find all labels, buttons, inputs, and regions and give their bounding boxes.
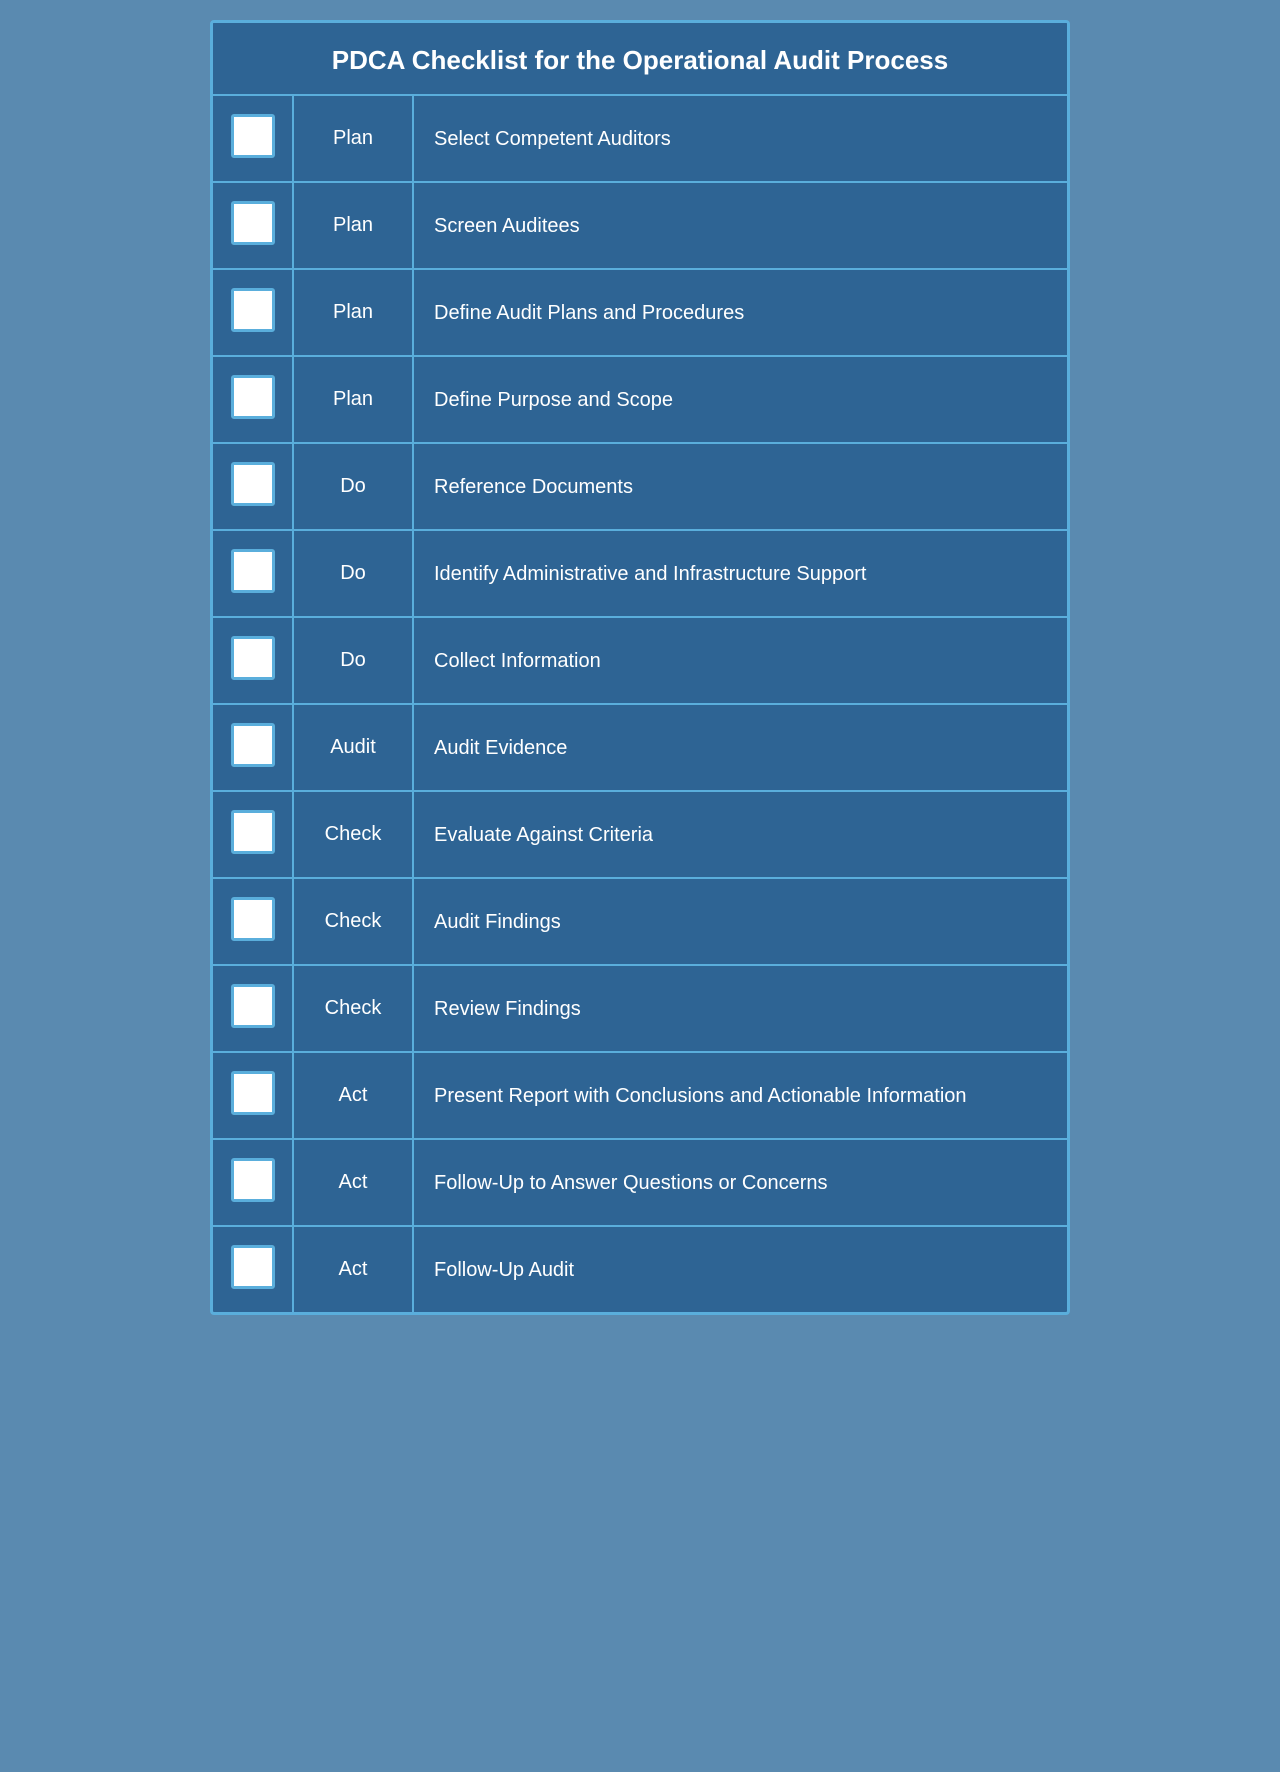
description-cell: Review Findings: [413, 965, 1067, 1052]
checkbox-box[interactable]: [231, 984, 275, 1028]
checkbox-box[interactable]: [231, 897, 275, 941]
checkbox-cell[interactable]: [213, 1052, 293, 1139]
phase-cell: Check: [293, 878, 413, 965]
phase-cell: Act: [293, 1139, 413, 1226]
phase-cell: Do: [293, 530, 413, 617]
checkbox-cell[interactable]: [213, 96, 293, 182]
phase-cell: Do: [293, 443, 413, 530]
checkbox-box[interactable]: [231, 375, 275, 419]
phase-cell: Plan: [293, 356, 413, 443]
phase-cell: Plan: [293, 96, 413, 182]
phase-cell: Act: [293, 1052, 413, 1139]
phase-cell: Do: [293, 617, 413, 704]
checkbox-cell[interactable]: [213, 443, 293, 530]
table-row: DoIdentify Administrative and Infrastruc…: [213, 530, 1067, 617]
checkbox-cell[interactable]: [213, 269, 293, 356]
checkbox-cell[interactable]: [213, 878, 293, 965]
table-row: CheckReview Findings: [213, 965, 1067, 1052]
table-row: DoReference Documents: [213, 443, 1067, 530]
checkbox-box[interactable]: [231, 636, 275, 680]
checkbox-box[interactable]: [231, 1158, 275, 1202]
table-row: ActPresent Report with Conclusions and A…: [213, 1052, 1067, 1139]
description-cell: Define Audit Plans and Procedures: [413, 269, 1067, 356]
checkbox-box[interactable]: [231, 114, 275, 158]
description-cell: Collect Information: [413, 617, 1067, 704]
checkbox-cell[interactable]: [213, 704, 293, 791]
table-row: ActFollow-Up to Answer Questions or Conc…: [213, 1139, 1067, 1226]
description-cell: Identify Administrative and Infrastructu…: [413, 530, 1067, 617]
table-row: AuditAudit Evidence: [213, 704, 1067, 791]
description-cell: Follow-Up Audit: [413, 1226, 1067, 1312]
page-title: PDCA Checklist for the Operational Audit…: [213, 23, 1067, 96]
description-cell: Define Purpose and Scope: [413, 356, 1067, 443]
checkbox-box[interactable]: [231, 1071, 275, 1115]
description-cell: Select Competent Auditors: [413, 96, 1067, 182]
checkbox-box[interactable]: [231, 201, 275, 245]
phase-cell: Check: [293, 965, 413, 1052]
phase-cell: Check: [293, 791, 413, 878]
phase-cell: Audit: [293, 704, 413, 791]
checkbox-box[interactable]: [231, 288, 275, 332]
checkbox-cell[interactable]: [213, 1226, 293, 1312]
description-cell: Follow-Up to Answer Questions or Concern…: [413, 1139, 1067, 1226]
checkbox-cell[interactable]: [213, 965, 293, 1052]
phase-cell: Plan: [293, 269, 413, 356]
checkbox-box[interactable]: [231, 1245, 275, 1289]
checkbox-cell[interactable]: [213, 791, 293, 878]
checkbox-cell[interactable]: [213, 182, 293, 269]
phase-cell: Act: [293, 1226, 413, 1312]
checkbox-box[interactable]: [231, 462, 275, 506]
table-row: PlanSelect Competent Auditors: [213, 96, 1067, 182]
description-cell: Audit Findings: [413, 878, 1067, 965]
table-row: CheckAudit Findings: [213, 878, 1067, 965]
description-cell: Audit Evidence: [413, 704, 1067, 791]
description-cell: Screen Auditees: [413, 182, 1067, 269]
checklist-table: PlanSelect Competent AuditorsPlanScreen …: [213, 96, 1067, 1312]
table-row: ActFollow-Up Audit: [213, 1226, 1067, 1312]
checklist-container: PDCA Checklist for the Operational Audit…: [210, 20, 1070, 1315]
phase-cell: Plan: [293, 182, 413, 269]
table-row: PlanDefine Audit Plans and Procedures: [213, 269, 1067, 356]
table-row: CheckEvaluate Against Criteria: [213, 791, 1067, 878]
checkbox-box[interactable]: [231, 810, 275, 854]
description-cell: Reference Documents: [413, 443, 1067, 530]
checkbox-box[interactable]: [231, 549, 275, 593]
table-row: PlanDefine Purpose and Scope: [213, 356, 1067, 443]
checkbox-cell[interactable]: [213, 530, 293, 617]
checkbox-cell[interactable]: [213, 356, 293, 443]
checkbox-box[interactable]: [231, 723, 275, 767]
description-cell: Evaluate Against Criteria: [413, 791, 1067, 878]
table-row: PlanScreen Auditees: [213, 182, 1067, 269]
checkbox-cell[interactable]: [213, 617, 293, 704]
table-row: DoCollect Information: [213, 617, 1067, 704]
description-cell: Present Report with Conclusions and Acti…: [413, 1052, 1067, 1139]
checkbox-cell[interactable]: [213, 1139, 293, 1226]
